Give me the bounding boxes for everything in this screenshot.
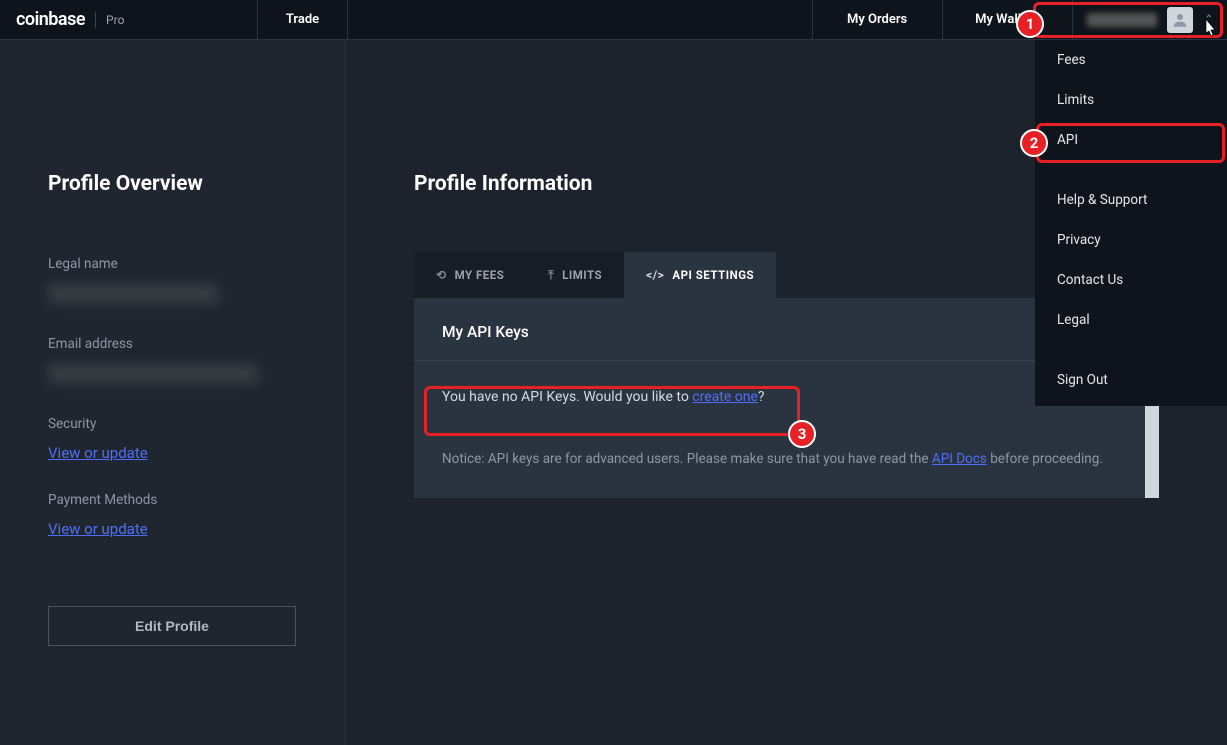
label-legal-name: Legal name (48, 256, 297, 272)
api-docs-link[interactable]: API Docs (932, 451, 987, 467)
logo[interactable]: coinbase Pro (0, 0, 258, 39)
logo-text: coinbase (16, 9, 85, 30)
panel-title: My API Keys (442, 323, 529, 341)
sidebar-title: Profile Overview (48, 172, 297, 196)
nav-trade[interactable]: Trade (258, 0, 348, 39)
tab-label: API SETTINGS (672, 268, 754, 282)
label-payment: Payment Methods (48, 492, 297, 508)
dd-legal[interactable]: Legal (1035, 300, 1227, 340)
logo-divider (95, 12, 96, 28)
top-nav: coinbase Pro Trade My Orders My Wallets … (0, 0, 1227, 40)
chevron-up-icon: ⌃ (1205, 14, 1213, 25)
tab-api-settings[interactable]: </> API SETTINGS (624, 252, 776, 298)
user-dropdown: Fees Limits API Help & Support Privacy C… (1035, 40, 1227, 406)
dd-privacy[interactable]: Privacy (1035, 220, 1227, 260)
label-email: Email address (48, 336, 297, 352)
nav-my-wallets[interactable]: My Wallets (942, 0, 1072, 39)
link-payment[interactable]: View or update (48, 520, 297, 538)
logo-sub: Pro (106, 13, 124, 27)
tab-limits[interactable]: ⤒ LIMITS (526, 252, 624, 298)
tab-label: LIMITS (562, 268, 602, 282)
dd-limits[interactable]: Limits (1035, 80, 1227, 120)
tab-my-fees[interactable]: ⟲ MY FEES (414, 252, 526, 298)
nav-my-orders[interactable]: My Orders (812, 0, 942, 39)
notice: Notice: API keys are for advanced users.… (414, 429, 1159, 493)
dd-contact[interactable]: Contact Us (1035, 260, 1227, 300)
value-legal-name-redacted (48, 284, 218, 304)
create-one-link[interactable]: create one (692, 389, 758, 405)
edit-profile-button[interactable]: Edit Profile (48, 606, 296, 646)
dd-fees[interactable]: Fees (1035, 40, 1227, 80)
sidebar: Profile Overview Legal name Email addres… (0, 40, 346, 745)
notice-post: before proceeding. (987, 451, 1103, 467)
empty-text-post: ? (758, 389, 765, 405)
avatar (1167, 7, 1193, 33)
nav-spacer (348, 0, 812, 39)
value-email-redacted (48, 364, 258, 384)
label-security: Security (48, 416, 297, 432)
tab-label: MY FEES (455, 268, 505, 282)
upload-icon: ⤒ (548, 268, 554, 283)
username-redacted (1087, 13, 1157, 27)
code-icon: </> (646, 268, 664, 282)
dd-api[interactable]: API (1035, 120, 1227, 160)
notice-pre: Notice: API keys are for advanced users.… (442, 451, 932, 467)
link-security[interactable]: View or update (48, 444, 297, 462)
dd-help[interactable]: Help & Support (1035, 180, 1227, 220)
link-icon: ⟲ (436, 268, 447, 282)
dd-signout[interactable]: Sign Out (1035, 360, 1227, 400)
empty-text-pre: You have no API Keys. Would you like to (442, 389, 692, 405)
nav-user-menu[interactable]: ⌃ (1072, 0, 1227, 39)
